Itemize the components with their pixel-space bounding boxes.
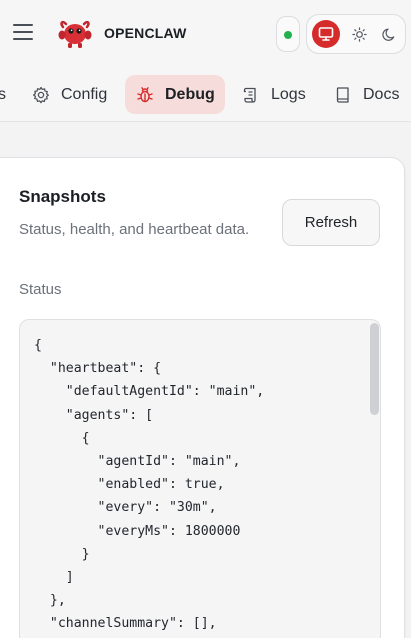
tab-config[interactable]: Config <box>31 75 107 114</box>
scrollbar-thumb[interactable] <box>370 323 379 415</box>
moon-icon <box>381 27 394 41</box>
nav-tabs: s Config Debug Logs Docs <box>0 68 411 122</box>
connection-status <box>276 16 300 52</box>
tab-label: Logs <box>271 85 306 103</box>
tab-label: Docs <box>363 85 400 103</box>
status-json: { "heartbeat": { "defaultAgentId": "main… <box>34 338 265 632</box>
monitor-icon <box>318 27 334 41</box>
scroll-icon <box>241 85 261 105</box>
gear-icon <box>31 85 51 105</box>
card-title: Snapshots <box>19 187 106 206</box>
theme-system-button[interactable] <box>312 20 340 48</box>
tab-logs[interactable]: Logs <box>241 75 306 114</box>
tab-docs[interactable]: Docs <box>333 75 399 114</box>
bug-icon <box>135 85 155 105</box>
snapshots-card: Snapshots Status, health, and heartbeat … <box>0 157 405 638</box>
top-bar: OPENCLAW <box>0 0 411 68</box>
theme-dark-button[interactable] <box>375 20 403 48</box>
refresh-button[interactable]: Refresh <box>282 199 380 246</box>
tab-label: Config <box>61 85 108 103</box>
lobster-logo-icon <box>58 20 92 48</box>
book-icon <box>333 85 353 105</box>
brand-name: OPENCLAW <box>104 25 187 41</box>
status-dot-icon <box>284 31 292 39</box>
tab-partial[interactable]: s <box>0 75 6 114</box>
tab-debug[interactable]: Debug <box>125 75 225 114</box>
menu-icon[interactable] <box>12 22 34 42</box>
status-label: Status <box>19 281 62 298</box>
card-subtitle: Status, health, and heartbeat data. <box>19 221 250 238</box>
theme-switcher <box>306 14 406 54</box>
theme-light-button[interactable] <box>345 20 373 48</box>
tab-label: Debug <box>165 85 215 103</box>
status-json-viewer[interactable]: { "heartbeat": { "defaultAgentId": "main… <box>19 319 381 638</box>
sun-icon <box>351 26 367 42</box>
tab-label: s <box>0 85 6 103</box>
